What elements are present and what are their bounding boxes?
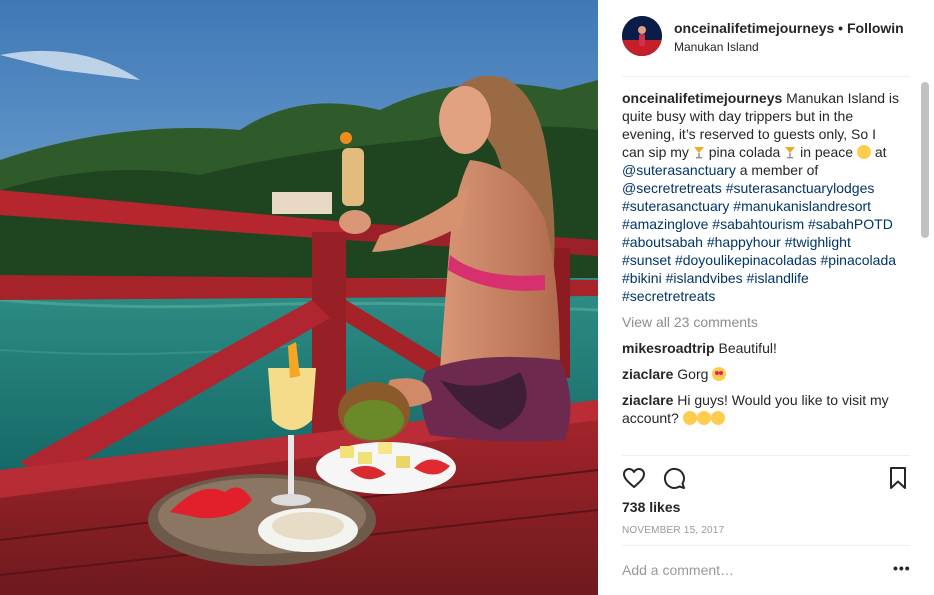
avatar[interactable] [622, 16, 662, 56]
hashtag-link[interactable]: #manukanislandresort [733, 198, 871, 214]
hashtag-link[interactable]: #bikini [622, 270, 662, 286]
hashtag-link[interactable]: #aboutsabah [622, 234, 703, 250]
comment-username[interactable]: mikesroadtrip [622, 340, 715, 356]
hashtag-link[interactable]: #suterasanctuary [622, 198, 729, 214]
post-image [0, 0, 598, 595]
divider [622, 545, 910, 546]
smile-emoji-icon [696, 411, 711, 425]
comment: ziaclare Gorg [622, 365, 897, 383]
header-username-line: onceinalifetimejourneys • Followin [674, 20, 904, 36]
action-bar [622, 466, 912, 492]
comment-username[interactable]: ziaclare [622, 392, 673, 408]
mention-link[interactable]: @secretretreats [622, 180, 722, 196]
comment: mikesroadtrip Beautiful! [622, 339, 897, 357]
comment-icon[interactable] [662, 466, 686, 490]
heart-icon[interactable] [622, 466, 646, 490]
location-link[interactable]: Manukan Island [674, 40, 759, 54]
comment: ziaclare Hi guys! Would you like to visi… [622, 391, 897, 427]
smile-emoji-icon [710, 411, 725, 425]
divider [622, 455, 910, 456]
hashtag-link[interactable]: #twighlight [785, 234, 851, 250]
smile-emoji-icon [682, 411, 697, 425]
post-header: onceinalifetimejourneys • Followin Manuk… [622, 16, 934, 60]
follow-button[interactable]: Followin [847, 20, 904, 36]
post-photo[interactable] [0, 0, 598, 595]
hashtag-link[interactable]: #suterasanctuarylodges [726, 180, 875, 196]
add-comment-input[interactable]: Add a comment… [622, 562, 734, 578]
hashtag-link[interactable]: #islandvibes [666, 270, 743, 286]
caption-text-3: in peace [800, 144, 854, 160]
divider [622, 76, 910, 77]
cocktail-emoji-icon [693, 145, 705, 159]
hashtag-link[interactable]: #happyhour [707, 234, 781, 250]
bookmark-icon[interactable] [886, 466, 910, 490]
scrollbar[interactable] [921, 82, 929, 238]
relieved-face-emoji-icon [856, 145, 871, 159]
comments-section: onceinalifetimejourneys Manukan Island i… [622, 89, 922, 455]
caption: onceinalifetimejourneys Manukan Island i… [622, 89, 902, 305]
hashtag-link[interactable]: #sunset [622, 252, 671, 268]
caption-text-5: a member of [739, 162, 819, 178]
hashtag-link[interactable]: #sabahtourism [712, 216, 804, 232]
hashtag-link[interactable]: #doyoulikepinacoladas [675, 252, 817, 268]
caption-text-2: pina colada [708, 144, 781, 160]
comment-text: Beautiful! [718, 340, 777, 356]
post-date[interactable]: NOVEMBER 15, 2017 [622, 525, 724, 536]
hashtag-link[interactable]: #sabahPOTD [808, 216, 893, 232]
more-options-icon[interactable]: ••• [893, 561, 910, 579]
mention-link[interactable]: @suterasanctuary [622, 162, 736, 178]
caption-username[interactable]: onceinalifetimejourneys [622, 90, 782, 106]
post-details-panel: onceinalifetimejourneys • Followin Manuk… [598, 0, 934, 595]
hashtag-link[interactable]: #islandlife [747, 270, 809, 286]
comment-username[interactable]: ziaclare [622, 366, 673, 382]
likes-count[interactable]: 738 likes [622, 499, 680, 515]
hashtag-link[interactable]: #secretretreats [622, 288, 715, 304]
heart-eyes-emoji-icon [712, 367, 727, 381]
avatar-image [622, 16, 662, 56]
cocktail-emoji-icon [784, 145, 796, 159]
header-separator: • [838, 20, 844, 36]
hashtag-link[interactable]: #amazinglove [622, 216, 708, 232]
caption-text-4: at [874, 144, 887, 160]
view-all-comments-link[interactable]: View all 23 comments [622, 313, 922, 331]
comment-text: Gorg [677, 366, 709, 382]
hashtag-link[interactable]: #pinacolada [821, 252, 897, 268]
header-username[interactable]: onceinalifetimejourneys [674, 20, 834, 36]
